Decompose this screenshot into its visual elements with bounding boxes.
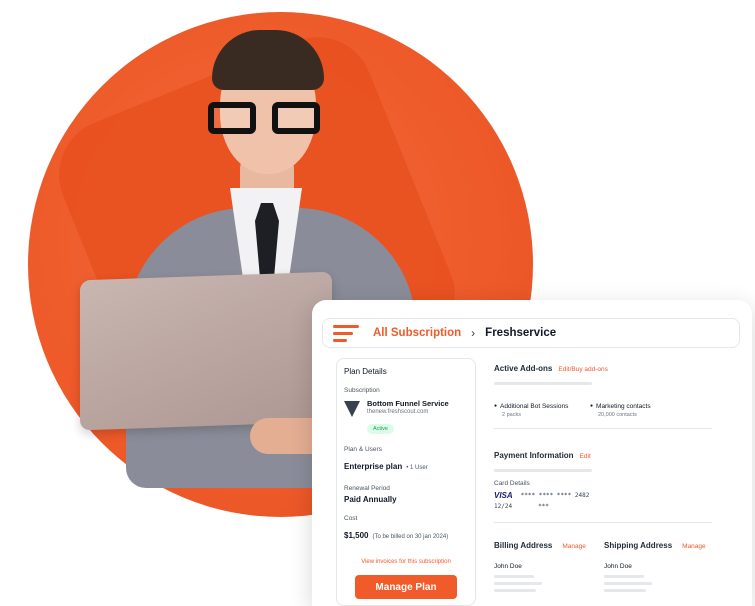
status-badge: Active <box>367 424 394 434</box>
card-details-label: Card Details <box>494 480 530 487</box>
billing-name: John Doe <box>494 563 522 570</box>
addons-header: Active Add-ons Edit/Buy add-ons <box>494 358 714 376</box>
cost-value: $1,500 <box>344 531 369 540</box>
renewal-value: Paid Annually <box>344 495 397 504</box>
skeleton-line <box>604 582 652 585</box>
service-url: thenew.freshscout.com <box>367 409 429 415</box>
skeleton-line <box>494 589 536 592</box>
subscription-card: All Subscription › Freshservice Plan Det… <box>312 300 752 606</box>
addon-name: Marketing contacts <box>590 403 686 410</box>
addons-list: Additional Bot Sessions 2 packs Marketin… <box>494 403 714 418</box>
card-number: **** **** **** 2482 <box>520 492 590 499</box>
card-cvv: *** <box>538 503 549 510</box>
card-row: VISA **** **** **** 2482 <box>494 491 714 500</box>
shipping-manage-link[interactable]: Manage <box>682 543 706 550</box>
addon-item: Additional Bot Sessions 2 packs <box>494 403 590 418</box>
shipping-address: Shipping Address Manage John Doe <box>604 535 714 592</box>
top-bar: All Subscription › Freshservice <box>322 318 740 348</box>
service-name: Bottom Funnel Service <box>367 399 449 408</box>
details-column: Active Add-ons Edit/Buy add-ons Additiona… <box>494 358 714 592</box>
view-invoices-link[interactable]: View invoices for this subscription <box>344 559 468 565</box>
card-expiry: 12/24 <box>494 503 513 510</box>
addon-value: 20,000 contacts <box>598 412 637 418</box>
payment-title: Payment Information <box>494 451 574 460</box>
addon-item: Marketing contacts 20,000 contacts <box>590 403 686 418</box>
person-hair <box>212 30 324 90</box>
subscription-label: Subscription <box>344 387 380 394</box>
edit-payment-link[interactable]: Edit <box>580 453 591 460</box>
breadcrumb-all-subscription[interactable]: All Subscription <box>373 327 461 339</box>
plan-users-label: Plan & Users <box>344 446 382 453</box>
addons-title: Active Add-ons <box>494 364 553 373</box>
divider <box>494 522 712 523</box>
cost-label: Cost <box>344 515 358 522</box>
skeleton-line <box>494 575 534 578</box>
skeleton-line <box>604 589 646 592</box>
plan-row: Enterprise plan • 1 User <box>344 456 468 474</box>
billing-manage-link[interactable]: Manage <box>562 543 586 550</box>
card-meta-row: 12/24 *** <box>494 503 714 510</box>
skeleton-line <box>494 382 592 385</box>
plan-name: Enterprise plan <box>344 462 403 471</box>
billing-address: Billing Address Manage John Doe <box>494 535 604 592</box>
laptop-illustration <box>80 271 332 431</box>
cost-row: $1,500 (To be billed on 30 jan 2024) <box>344 525 468 543</box>
billing-title: Billing Address <box>494 541 553 550</box>
shipping-name: John Doe <box>604 563 632 570</box>
cost-note: (To be billed on 30 jan 2024) <box>372 534 449 540</box>
breadcrumb-current: Freshservice <box>485 327 557 339</box>
manage-plan-button[interactable]: Manage Plan <box>355 575 457 599</box>
visa-icon: VISA <box>494 491 513 500</box>
plan-details-panel: Plan Details Subscription Bottom Funnel … <box>336 358 476 606</box>
breadcrumb-separator-icon: › <box>471 326 476 340</box>
shipping-title: Shipping Address <box>604 541 673 550</box>
skeleton-line <box>494 582 542 585</box>
divider <box>494 428 712 429</box>
skeleton-line <box>494 469 592 472</box>
addon-name: Additional Bot Sessions <box>494 403 590 410</box>
service-logo-icon <box>344 401 360 417</box>
menu-icon[interactable] <box>333 324 359 342</box>
plan-details-heading: Plan Details <box>344 367 387 376</box>
address-columns: Billing Address Manage John Doe Shipping … <box>494 535 714 592</box>
payment-header: Payment Information Edit <box>494 445 714 463</box>
glasses-icon <box>208 102 320 136</box>
service-row: Bottom Funnel Service thenew.freshscout.… <box>344 399 468 417</box>
addon-value: 2 packs <box>502 412 521 418</box>
plan-users: • 1 User <box>406 465 428 471</box>
skeleton-line <box>604 575 644 578</box>
renewal-label: Renewal Period <box>344 485 390 492</box>
edit-addons-link[interactable]: Edit/Buy add-ons <box>558 366 608 373</box>
